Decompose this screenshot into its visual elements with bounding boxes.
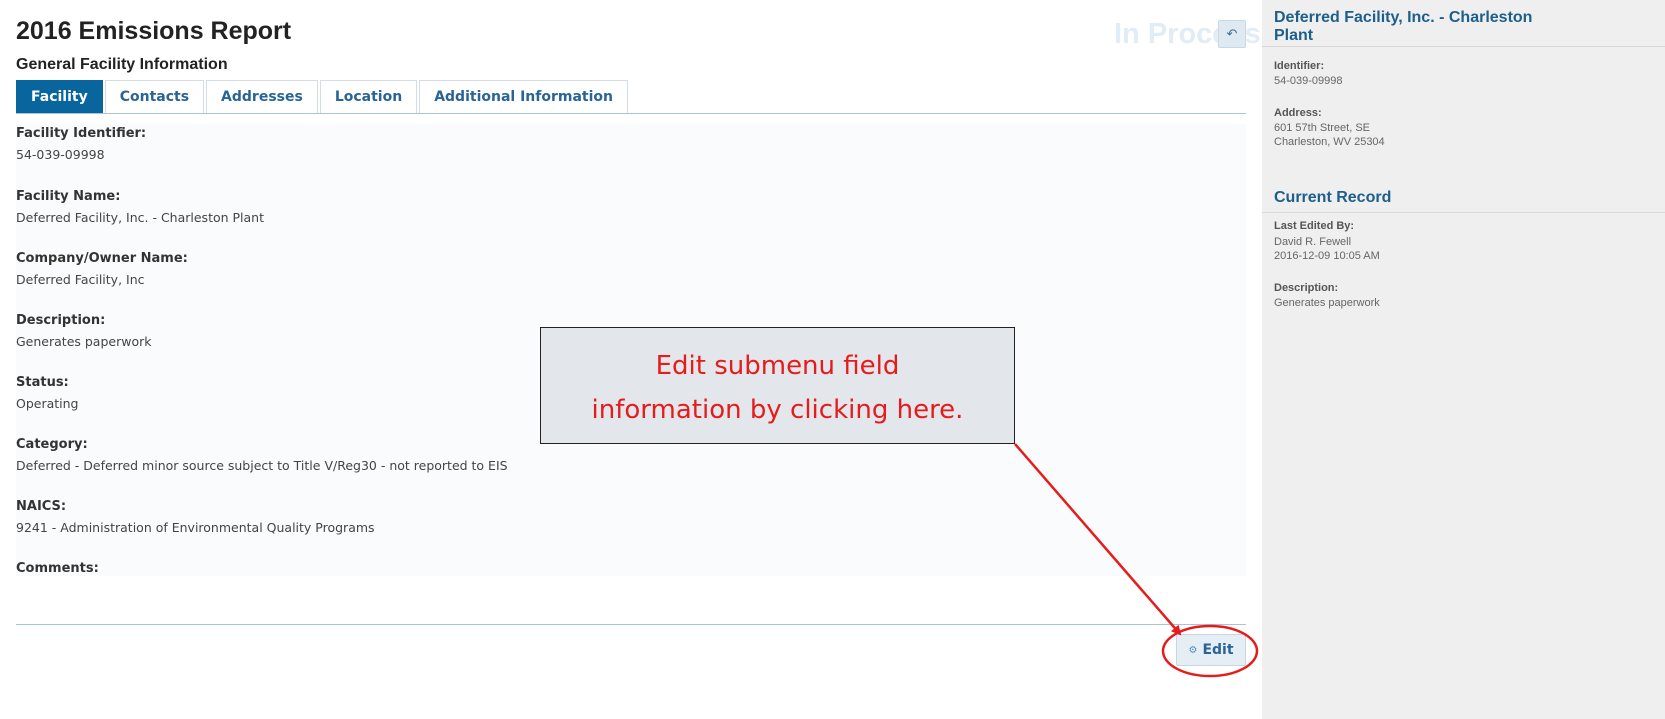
field-value: 54-039-09998	[16, 147, 105, 162]
field-value: Deferred Facility, Inc. - Charleston Pla…	[16, 210, 265, 225]
field-status: Status: Operating	[16, 375, 79, 411]
last-edited-name: David R. Fewell	[1274, 236, 1352, 248]
field-label: Facility Identifier:	[16, 126, 147, 141]
tab-addresses[interactable]: Addresses	[206, 80, 318, 113]
reply-icon: ↶	[1226, 26, 1238, 41]
field-label: Comments:	[16, 561, 99, 576]
annotation-callout: Edit submenu field information by clicki…	[540, 327, 1015, 444]
tab-additional-information[interactable]: Additional Information	[419, 80, 628, 113]
field-value: Deferred - Deferred minor source subject…	[16, 458, 508, 473]
annotation-line-1: Edit submenu field	[655, 351, 900, 381]
field-label: Description:	[16, 313, 106, 328]
tab-divider	[16, 113, 1246, 114]
description-label: Description:	[1274, 282, 1339, 294]
last-edited-time: 2016-12-09 10:05 AM	[1274, 250, 1380, 262]
field-value: Generates paperwork	[16, 334, 152, 349]
page-title: 2016 Emissions Report	[16, 17, 292, 45]
field-label: Facility Name:	[16, 189, 121, 204]
current-record-title: Current Record	[1274, 189, 1392, 206]
sidebar-divider	[1262, 46, 1665, 47]
tab-facility[interactable]: Facility	[16, 80, 103, 113]
tab-contacts[interactable]: Contacts	[104, 80, 205, 113]
last-edited-label: Last Edited By:	[1274, 220, 1355, 232]
field-value: Operating	[16, 396, 79, 411]
field-label: Company/Owner Name:	[16, 251, 188, 266]
facility-sidebar: Deferred Facility, Inc. - Charleston Pla…	[1262, 0, 1665, 719]
tab-location[interactable]: Location	[319, 80, 418, 113]
sidebar-divider	[1262, 212, 1665, 213]
identifier-label: Identifier:	[1274, 60, 1325, 72]
edit-button[interactable]: ⚙ Edit	[1176, 634, 1246, 666]
footer-divider	[16, 624, 1246, 625]
edit-button-label: Edit	[1202, 642, 1234, 658]
field-label: Category:	[16, 437, 88, 452]
field-label: Status:	[16, 375, 69, 390]
gear-icon: ⚙	[1188, 645, 1198, 656]
field-comments: Comments:	[16, 561, 99, 582]
facility-title: Deferred Facility, Inc. - Charleston Pla…	[1274, 9, 1533, 44]
address-line-1: 601 57th Street, SE	[1274, 122, 1371, 134]
field-company-owner-name: Company/Owner Name: Deferred Facility, I…	[16, 251, 188, 287]
description-value: Generates paperwork	[1274, 297, 1380, 309]
field-category: Category: Deferred - Deferred minor sour…	[16, 437, 508, 473]
field-description: Description: Generates paperwork	[16, 313, 151, 349]
field-naics: NAICS: 9241 - Administration of Environm…	[16, 499, 375, 535]
field-facility-identifier: Facility Identifier: 54-039-09998	[16, 126, 146, 162]
annotation-line-2: information by clicking here.	[591, 395, 964, 425]
field-facility-name: Facility Name: Deferred Facility, Inc. -…	[16, 189, 264, 225]
address-line-2: Charleston, WV 25304	[1274, 136, 1385, 148]
identifier-value: 54-039-09998	[1274, 75, 1343, 87]
back-button[interactable]: ↶	[1218, 20, 1246, 48]
address-label: Address:	[1274, 107, 1322, 119]
tab-bar: Facility Contacts Addresses Location Add…	[16, 80, 630, 114]
field-label: NAICS:	[16, 499, 67, 514]
field-value: Deferred Facility, Inc	[16, 272, 145, 287]
section-title: General Facility Information	[16, 56, 228, 73]
field-value: 9241 - Administration of Environmental Q…	[16, 520, 375, 535]
